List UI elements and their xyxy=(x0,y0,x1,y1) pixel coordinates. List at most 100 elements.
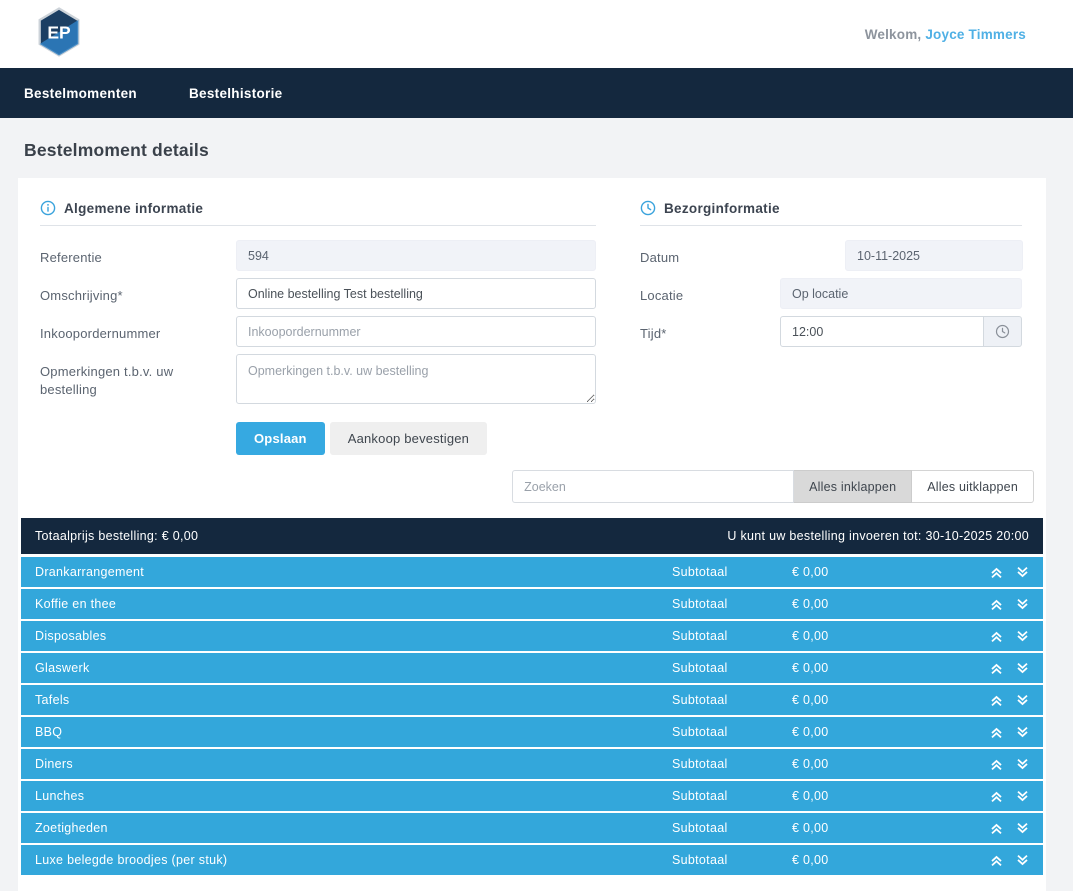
collapse-all-button[interactable]: Alles inklappen xyxy=(794,470,912,503)
delivery-info-section: Bezorginformatie Datum Locatie Tijd* xyxy=(640,200,1022,455)
logo-hexagon-icon: EP xyxy=(36,7,82,57)
category-subtotal-label: Subtotaal xyxy=(672,725,792,739)
chevron-double-down-icon[interactable] xyxy=(1014,757,1031,772)
referentie-field xyxy=(236,240,596,271)
svg-text:EP: EP xyxy=(47,22,71,42)
category-subtotal-value: € 0,00 xyxy=(792,629,988,643)
nav-item-bestelhistorie[interactable]: Bestelhistorie xyxy=(189,86,282,101)
general-info-title: Algemene informatie xyxy=(64,201,203,216)
nav-item-bestelmomenten[interactable]: Bestelmomenten xyxy=(24,86,137,101)
chevron-double-up-icon[interactable] xyxy=(988,789,1005,804)
main-nav: Bestelmomenten Bestelhistorie xyxy=(0,68,1073,118)
category-subtotal-value: € 0,00 xyxy=(792,757,988,771)
chevron-double-up-icon[interactable] xyxy=(988,821,1005,836)
chevron-double-down-icon[interactable] xyxy=(1014,629,1031,644)
total-price-value: € 0,00 xyxy=(162,529,199,543)
category-subtotal-label: Subtotaal xyxy=(672,565,792,579)
chevron-double-up-icon[interactable] xyxy=(988,853,1005,868)
top-header: EP Welkom, Joyce Timmers xyxy=(0,0,1073,68)
omschrijving-field[interactable] xyxy=(236,278,596,309)
category-subtotal-value: € 0,00 xyxy=(792,565,988,579)
tijd-field[interactable] xyxy=(780,316,984,347)
category-name: Luxe belegde broodjes (per stuk) xyxy=(35,853,672,867)
category-name: Lunches xyxy=(35,789,672,803)
referentie-label: Referentie xyxy=(40,240,236,271)
omschrijving-label: Omschrijving* xyxy=(40,278,236,309)
opmerkingen-field[interactable] xyxy=(236,354,596,404)
chevron-double-down-icon[interactable] xyxy=(1014,789,1031,804)
chevron-double-down-icon[interactable] xyxy=(1014,661,1031,676)
company-logo[interactable]: EP xyxy=(36,7,82,62)
chevron-double-down-icon[interactable] xyxy=(1014,821,1031,836)
category-name: BBQ xyxy=(35,725,672,739)
order-deadline-value: 30-10-2025 20:00 xyxy=(926,529,1030,543)
category-subtotal-label: Subtotaal xyxy=(672,821,792,835)
category-row[interactable]: Drankarrangement Subtotaal € 0,00 xyxy=(21,557,1043,587)
opmerkingen-label: Opmerkingen t.b.v. uw bestelling xyxy=(40,354,236,409)
order-deadline-label: U kunt uw bestelling invoeren tot: xyxy=(727,529,921,543)
category-subtotal-label: Subtotaal xyxy=(672,757,792,771)
chevron-double-up-icon[interactable] xyxy=(988,693,1005,708)
category-subtotal-value: € 0,00 xyxy=(792,693,988,707)
category-subtotal-label: Subtotaal xyxy=(672,789,792,803)
search-input[interactable] xyxy=(512,470,794,503)
chevron-double-down-icon[interactable] xyxy=(1014,725,1031,740)
order-deadline-text: U kunt uw bestelling invoeren tot: 30-10… xyxy=(727,529,1029,543)
category-subtotal-label: Subtotaal xyxy=(672,629,792,643)
save-button[interactable]: Opslaan xyxy=(236,422,325,455)
confirm-purchase-button[interactable]: Aankoop bevestigen xyxy=(330,422,487,455)
chevron-double-up-icon[interactable] xyxy=(988,725,1005,740)
inkoopordernummer-field[interactable] xyxy=(236,316,596,347)
detail-card: Algemene informatie Referentie Omschrijv… xyxy=(18,178,1046,891)
info-icon xyxy=(40,200,56,216)
chevron-double-up-icon[interactable] xyxy=(988,661,1005,676)
welcome-text: Welkom, Joyce Timmers xyxy=(865,27,1026,42)
category-row[interactable]: Zoetigheden Subtotaal € 0,00 xyxy=(21,813,1043,843)
category-subtotal-value: € 0,00 xyxy=(792,853,988,867)
category-subtotal-value: € 0,00 xyxy=(792,725,988,739)
datum-label: Datum xyxy=(640,240,780,271)
chevron-double-up-icon[interactable] xyxy=(988,757,1005,772)
general-info-section: Algemene informatie Referentie Omschrijv… xyxy=(40,200,596,455)
inkoopordernummer-label: Inkoopordernummer xyxy=(40,316,236,347)
total-price-text: Totaalprijs bestelling: € 0,00 xyxy=(35,529,198,543)
category-subtotal-value: € 0,00 xyxy=(792,789,988,803)
chevron-double-down-icon[interactable] xyxy=(1014,565,1031,580)
clock-icon xyxy=(640,200,656,216)
order-summary-bar: Totaalprijs bestelling: € 0,00 U kunt uw… xyxy=(21,518,1043,554)
chevron-double-up-icon[interactable] xyxy=(988,597,1005,612)
user-name-link[interactable]: Joyce Timmers xyxy=(925,27,1026,42)
category-subtotal-label: Subtotaal xyxy=(672,597,792,611)
chevron-double-up-icon[interactable] xyxy=(988,565,1005,580)
category-name: Glaswerk xyxy=(35,661,672,675)
category-subtotal-value: € 0,00 xyxy=(792,821,988,835)
category-row[interactable]: Lunches Subtotaal € 0,00 xyxy=(21,781,1043,811)
category-row[interactable]: Disposables Subtotaal € 0,00 xyxy=(21,621,1043,651)
category-subtotal-value: € 0,00 xyxy=(792,597,988,611)
table-toolbar: Alles inklappen Alles uitklappen xyxy=(40,470,1034,503)
expand-all-button[interactable]: Alles uitklappen xyxy=(912,470,1034,503)
locatie-label: Locatie xyxy=(640,278,780,309)
chevron-double-down-icon[interactable] xyxy=(1014,693,1031,708)
datum-field xyxy=(845,240,1023,271)
category-row[interactable]: Diners Subtotaal € 0,00 xyxy=(21,749,1043,779)
delivery-info-title: Bezorginformatie xyxy=(664,201,780,216)
category-row[interactable]: Luxe belegde broodjes (per stuk) Subtota… xyxy=(21,845,1043,875)
category-name: Zoetigheden xyxy=(35,821,672,835)
clock-small-icon xyxy=(995,324,1010,339)
category-name: Disposables xyxy=(35,629,672,643)
tijd-label: Tijd* xyxy=(640,316,780,347)
chevron-double-down-icon[interactable] xyxy=(1014,597,1031,612)
category-row[interactable]: Glaswerk Subtotaal € 0,00 xyxy=(21,653,1043,683)
chevron-double-up-icon[interactable] xyxy=(988,629,1005,644)
category-row[interactable]: Koffie en thee Subtotaal € 0,00 xyxy=(21,589,1043,619)
category-subtotal-value: € 0,00 xyxy=(792,661,988,675)
category-subtotal-label: Subtotaal xyxy=(672,661,792,675)
time-picker-button[interactable] xyxy=(984,316,1022,347)
welcome-prefix: Welkom, xyxy=(865,27,922,42)
category-name: Tafels xyxy=(35,693,672,707)
category-row[interactable]: BBQ Subtotaal € 0,00 xyxy=(21,717,1043,747)
chevron-double-down-icon[interactable] xyxy=(1014,853,1031,868)
category-subtotal-label: Subtotaal xyxy=(672,693,792,707)
category-row[interactable]: Tafels Subtotaal € 0,00 xyxy=(21,685,1043,715)
